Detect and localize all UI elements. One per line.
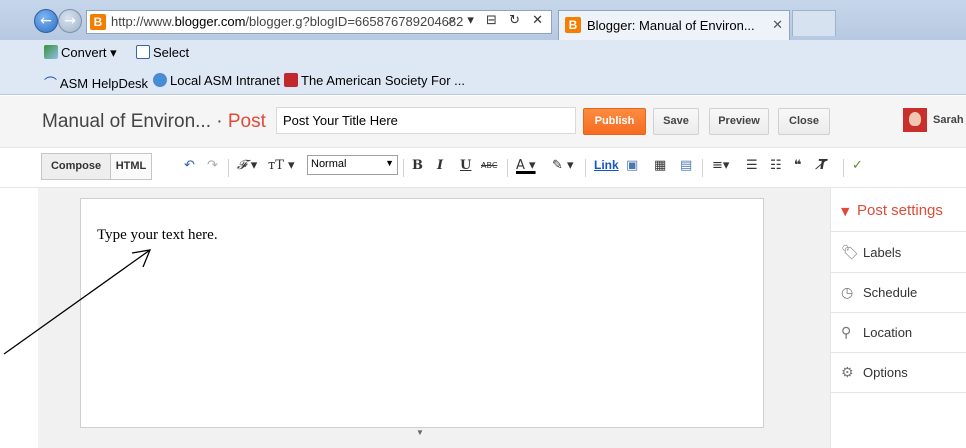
quote-icon[interactable]: ❝: [794, 158, 802, 173]
blogger-header: Manual of Environ... · Post Publish Save…: [0, 96, 966, 148]
settings-item-location[interactable]: ⚲ Location: [831, 313, 966, 353]
asm-logo-icon: [284, 73, 298, 87]
toolbar-divider: [585, 159, 586, 177]
title-separator: ·: [210, 111, 228, 132]
post-settings-panel: ▼ Post settings 🏷︎ Labels ◷ Schedule ⚲ L…: [830, 188, 966, 448]
nav-buttons: ← →: [34, 9, 84, 35]
toolbar-divider: [507, 159, 508, 177]
editor-toolbar: Compose HTML ↶ ↷ 𝓕 ▾ ᴛT ▾ Normal ▼ B I U …: [0, 148, 966, 188]
strikethrough-icon[interactable]: ABC: [481, 161, 497, 170]
tab-html[interactable]: HTML: [110, 153, 152, 180]
browser-titlebar: ← → B http://www.blogger.com/blogger.g?b…: [0, 0, 966, 40]
favorite-american-society[interactable]: The American Society For ...: [284, 73, 465, 88]
image-icon[interactable]: ▣: [626, 158, 638, 173]
highlight-color-icon[interactable]: ✎ ▾: [552, 158, 574, 173]
toolbar-divider: [403, 159, 404, 177]
underline-icon[interactable]: U: [460, 158, 471, 173]
post-body-editor[interactable]: Type your text here.: [80, 198, 764, 428]
redo-icon[interactable]: ↷: [207, 158, 218, 173]
pin-icon: ⚲: [841, 325, 852, 341]
favorite-asm-helpdesk[interactable]: ⌒ ASM HelpDesk: [44, 73, 148, 92]
gear-icon: ⚙: [841, 365, 854, 381]
settings-item-labels[interactable]: 🏷︎ Labels: [831, 233, 966, 273]
italic-icon[interactable]: I: [437, 158, 443, 173]
bullet-list-icon[interactable]: ☷: [770, 158, 782, 173]
video-icon[interactable]: ▦: [654, 158, 666, 173]
publish-button[interactable]: Publish: [583, 108, 646, 135]
helpdesk-icon: ⌒: [44, 77, 58, 92]
settings-item-schedule[interactable]: ◷ Schedule: [831, 273, 966, 313]
settings-item-options[interactable]: ⚙ Options: [831, 353, 966, 393]
convert-icon: [44, 45, 58, 59]
caret-down-icon: ▼: [841, 205, 850, 218]
undo-icon[interactable]: ↶: [184, 158, 195, 173]
arrow-shaft: [3, 249, 151, 355]
new-tab-button[interactable]: [792, 10, 836, 36]
page-title: Manual of Environ... · Post: [42, 111, 266, 133]
close-button[interactable]: Close: [778, 108, 830, 135]
align-icon[interactable]: ≡▾: [712, 158, 729, 173]
blogger-favicon-icon: B: [90, 14, 106, 30]
text-color-icon[interactable]: A ▾: [516, 158, 536, 173]
select-icon: [136, 45, 150, 59]
avatar-face: [909, 112, 921, 126]
user-name[interactable]: Sarah (: [933, 114, 966, 126]
post-label: Post: [227, 111, 266, 132]
avatar[interactable]: [903, 108, 927, 132]
jump-break-icon[interactable]: ▤: [680, 158, 692, 173]
tab-compose[interactable]: Compose: [41, 153, 111, 180]
favorite-local-intranet[interactable]: Local ASM Intranet: [153, 73, 280, 88]
url-domain: blogger.com: [174, 14, 246, 29]
address-tools[interactable]: ⌕ ▾ ⊟ ↻ ✕: [448, 13, 547, 28]
select-button[interactable]: Select: [136, 45, 189, 60]
annotation-arrow: [3, 249, 152, 355]
spellcheck-icon[interactable]: ✓: [852, 158, 863, 173]
url-path: /blogger.g?blogID=665876789204682397: [245, 14, 463, 29]
save-button[interactable]: Save: [653, 108, 699, 135]
screen: ← → B http://www.blogger.com/blogger.g?b…: [0, 0, 966, 448]
blog-name[interactable]: Manual of Environ...: [42, 111, 211, 132]
favorite-label: Local ASM Intranet: [170, 73, 280, 88]
resize-handle-icon[interactable]: ▼: [416, 428, 424, 437]
address-bar[interactable]: B http://www.blogger.com/blogger.g?blogI…: [86, 10, 552, 34]
settings-item-label: Options: [863, 365, 908, 380]
toolbar-divider: [702, 159, 703, 177]
tab-blogger[interactable]: B Blogger: Manual of Environ... ✕: [558, 10, 790, 40]
favorite-label: ASM HelpDesk: [59, 76, 149, 91]
favorites-bar: ⌒ ASM HelpDesk Local ASM Intranet The Am…: [0, 67, 966, 95]
link-button[interactable]: Link: [594, 158, 619, 172]
settings-item-label: Labels: [863, 245, 902, 260]
toolbar-divider: [843, 159, 844, 177]
post-settings-header[interactable]: ▼ Post settings: [831, 188, 966, 232]
format-select[interactable]: Normal ▼: [307, 155, 398, 175]
address-url[interactable]: http://www.blogger.com/blogger.g?blogID=…: [111, 14, 463, 29]
clock-icon: ◷: [841, 285, 854, 301]
convert-button[interactable]: Convert ▾: [44, 45, 117, 61]
font-size-icon[interactable]: ᴛT ▾: [268, 158, 295, 173]
post-settings-label: Post settings: [857, 202, 943, 219]
tab-favicon-icon: B: [565, 17, 581, 33]
settings-item-label: Location: [863, 325, 913, 340]
post-title-input[interactable]: [276, 107, 576, 134]
command-bar: Convert ▾ Select: [0, 40, 966, 67]
ie-page-icon: [153, 73, 167, 87]
tab-title: Blogger: Manual of Environ...: [587, 18, 755, 33]
font-family-icon[interactable]: 𝓕 ▾: [237, 158, 257, 173]
label-icon: 🏷︎: [841, 245, 859, 261]
forward-button[interactable]: →: [58, 9, 82, 33]
back-button[interactable]: ←: [34, 9, 58, 33]
preview-button[interactable]: Preview: [709, 108, 769, 135]
convert-label: Convert: [61, 45, 107, 60]
bold-icon[interactable]: B: [412, 158, 423, 173]
settings-item-label: Schedule: [863, 285, 918, 300]
url-prefix: http://www.: [111, 14, 175, 29]
chevron-down-icon: ▼: [385, 158, 394, 168]
clear-format-icon[interactable]: T̸: [818, 158, 827, 173]
numbered-list-icon[interactable]: ☰: [746, 158, 758, 173]
favorite-label: The American Society For ...: [301, 73, 466, 88]
select-label: Select: [153, 45, 190, 60]
tab-close-icon[interactable]: ✕: [772, 17, 783, 33]
format-select-value: Normal: [311, 158, 347, 170]
toolbar-divider: [228, 159, 229, 177]
